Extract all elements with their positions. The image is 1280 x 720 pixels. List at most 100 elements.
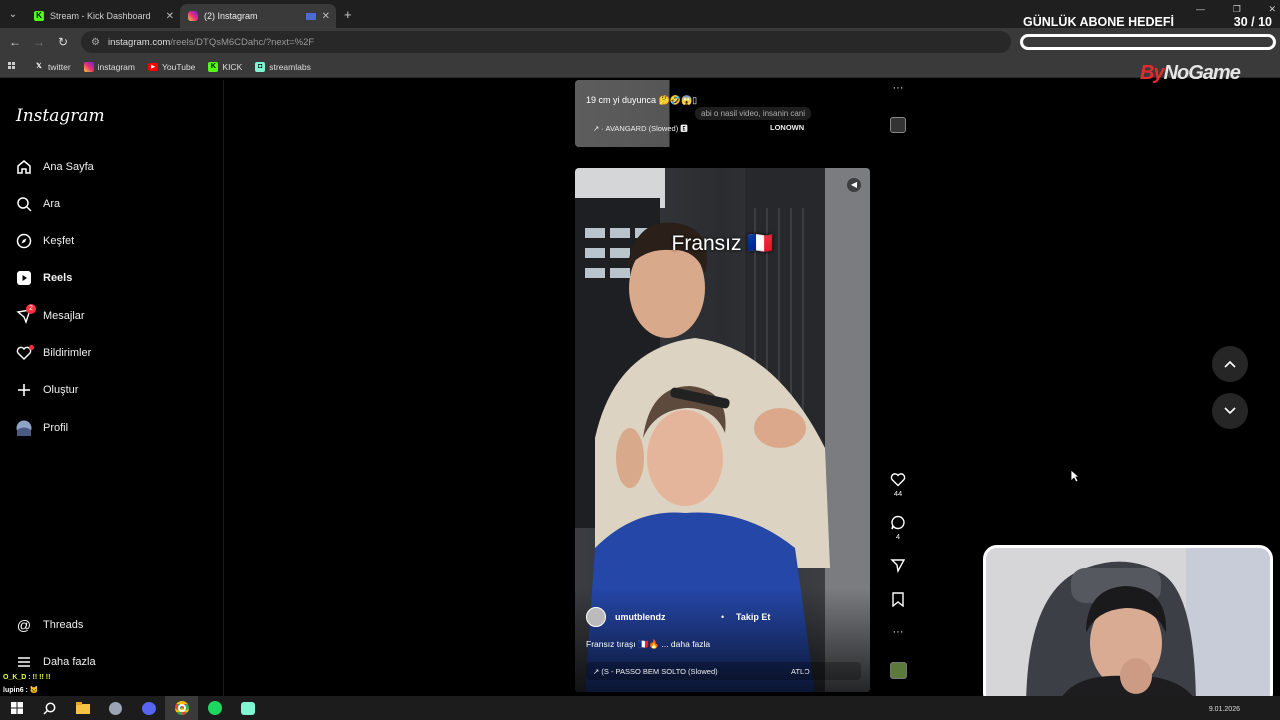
search-icon[interactable] <box>33 696 66 720</box>
previous-reel-artist: LONOWN <box>770 123 805 132</box>
tab-instagram[interactable]: (2) Instagram ✕ <box>180 4 336 28</box>
bookmark-kick[interactable]: K KICK <box>208 61 243 72</box>
heart-icon <box>890 473 906 487</box>
back-icon[interactable]: ← <box>3 35 27 49</box>
bookmark-streamlabs[interactable]: ◘ streamlabs <box>255 61 311 72</box>
maximize-icon[interactable]: ❐ <box>1233 4 1241 15</box>
bookmark-label: instagram <box>97 61 135 72</box>
url-path: /reels/DTQsM6CDahc/?next=%2F <box>170 36 315 48</box>
comment-button[interactable]: 4 <box>886 515 910 541</box>
heart-icon <box>16 345 34 361</box>
follow-button[interactable]: Takip Et <box>736 612 770 622</box>
search-icon <box>16 196 32 212</box>
author-username[interactable]: umutblendz <box>615 612 666 622</box>
new-tab-button[interactable]: + <box>344 7 352 22</box>
windows-start-icon[interactable] <box>0 696 33 720</box>
subscriber-goal-widget: GÜNLÜK ABONE HEDEFİ 30 / 10 <box>1018 12 1280 54</box>
webcam-overlay <box>983 545 1273 707</box>
goal-count: 30 / 10 <box>1233 15 1272 29</box>
save-button[interactable] <box>886 592 910 609</box>
nav-label: Ara <box>43 198 61 210</box>
bookmark-label: twitter <box>48 61 71 72</box>
share-button[interactable] <box>886 558 910 575</box>
chrome-icon[interactable] <box>165 696 198 720</box>
comment-icon <box>891 515 905 530</box>
x-icon: 𝕏 <box>36 62 42 70</box>
reel-overlay-title: Fransız 🇫🇷 <box>671 232 774 255</box>
previous-reel[interactable]: 19 cm yi duyunca 🤔🤣😱▯ abi o nasil video,… <box>575 80 870 147</box>
bookmark-twitter[interactable]: 𝕏twitter <box>34 62 71 72</box>
close-tab-icon[interactable]: ✕ <box>322 11 330 22</box>
author-avatar[interactable] <box>586 607 606 627</box>
nav-reels[interactable]: Reels <box>16 268 72 288</box>
reel-video[interactable]: Fransız 🇫🇷 ◀ umutblendz • Takip Et Frans… <box>575 168 870 692</box>
mute-icon[interactable]: ◀ <box>847 178 861 192</box>
nav-threads[interactable]: @ Threads <box>16 615 83 635</box>
share-icon <box>890 559 906 574</box>
nav-notifications[interactable]: Bildirimler <box>16 343 91 363</box>
nav-label: Bildirimler <box>43 347 92 359</box>
audio-thumbnail[interactable] <box>886 662 910 681</box>
goal-title: GÜNLÜK ABONE HEDEFİ <box>1023 15 1174 29</box>
more-options-icon[interactable]: ··· <box>886 626 910 638</box>
reload-icon[interactable]: ↻ <box>51 35 75 49</box>
streamer-webcam-image <box>986 548 1270 704</box>
nav-label: Daha fazla <box>43 656 96 668</box>
bynogame-logo: ByNoGame <box>1140 62 1241 84</box>
kick-icon: K <box>208 61 219 72</box>
windows-taskbar: 9.01.2026 <box>0 696 1280 720</box>
nav-create[interactable]: Oluştur <box>16 380 78 400</box>
url-field[interactable]: ⚙ instagram.com /reels/DTQsM6CDahc/?next… <box>81 31 1011 53</box>
spotify-icon[interactable] <box>198 696 231 720</box>
apps-icon[interactable] <box>8 61 18 72</box>
compass-icon <box>16 233 32 249</box>
close-tab-icon[interactable]: ✕ <box>166 11 174 22</box>
nav-home[interactable]: Ana Sayfa <box>16 157 94 177</box>
more-options-icon[interactable]: ··· <box>886 82 910 94</box>
bookmark-youtube[interactable]: ▶ YouTube <box>148 62 195 72</box>
tab-search-button[interactable]: ⌄ <box>0 0 26 28</box>
tab-kick-dashboard[interactable]: K Stream - Kick Dashboard ✕ <box>26 4 180 28</box>
youtube-icon: ▶ <box>148 62 158 71</box>
avatar-icon <box>16 420 32 436</box>
nav-messages[interactable]: 2 Mesajlar <box>16 304 85 326</box>
obs-icon[interactable] <box>99 696 132 720</box>
threads-icon: @ <box>16 617 32 633</box>
nav-search[interactable]: Ara <box>16 194 60 214</box>
bookmark-label: KICK <box>222 61 243 72</box>
nav-label: Keşfet <box>43 235 75 247</box>
streamlabs-icon[interactable] <box>231 696 264 720</box>
chevron-down-icon <box>1224 407 1236 415</box>
site-info-icon[interactable]: ⚙ <box>91 37 100 48</box>
reel-music[interactable]: ↗ (S - PASSO BEM SOLTO (Slowed) <box>593 667 718 676</box>
comment-count: 4 <box>895 532 901 541</box>
close-window-icon[interactable]: ✕ <box>1268 4 1276 15</box>
tab-label: Stream - Kick Dashboard <box>50 11 151 21</box>
reel-caption[interactable]: Fransız tıraşı 🇫🇷🔥 ... daha fazla <box>586 639 710 650</box>
minimize-icon[interactable]: — <box>1196 4 1205 15</box>
window-controls: — ❐ ✕ <box>1196 4 1276 15</box>
instagram-logo[interactable]: Instagram <box>16 106 105 126</box>
nav-label: Profil <box>43 422 69 434</box>
kick-icon: K <box>34 11 44 21</box>
chat-line: O_K_D : !! !! !! <box>3 674 51 681</box>
nav-profile[interactable]: Profil <box>16 418 68 438</box>
nav-more[interactable]: Daha fazla <box>16 652 96 672</box>
bookmark-instagram[interactable]: instagram <box>83 61 135 72</box>
file-explorer-icon[interactable] <box>66 696 99 720</box>
forward-icon[interactable]: → <box>27 35 51 49</box>
like-button[interactable]: 44 <box>886 472 910 498</box>
streamlabs-icon: ◘ <box>255 61 266 72</box>
next-reel-button[interactable] <box>1212 393 1248 429</box>
nav-explore[interactable]: Keşfet <box>16 231 74 251</box>
reels-icon <box>16 270 32 286</box>
chat-line: lupin6 : 🐱 <box>3 687 39 694</box>
previous-reel-button[interactable] <box>1212 346 1248 382</box>
previous-reel-music[interactable]: ↗ · AVANGARD (Slowed) 🅴 <box>593 123 688 134</box>
nav-label: Ana Sayfa <box>43 161 94 173</box>
message-count-badge: 2 <box>26 304 36 314</box>
audio-thumbnail[interactable] <box>886 117 910 135</box>
discord-icon[interactable] <box>132 696 165 720</box>
plus-icon <box>16 382 32 398</box>
bookmark-label: YouTube <box>162 61 196 72</box>
